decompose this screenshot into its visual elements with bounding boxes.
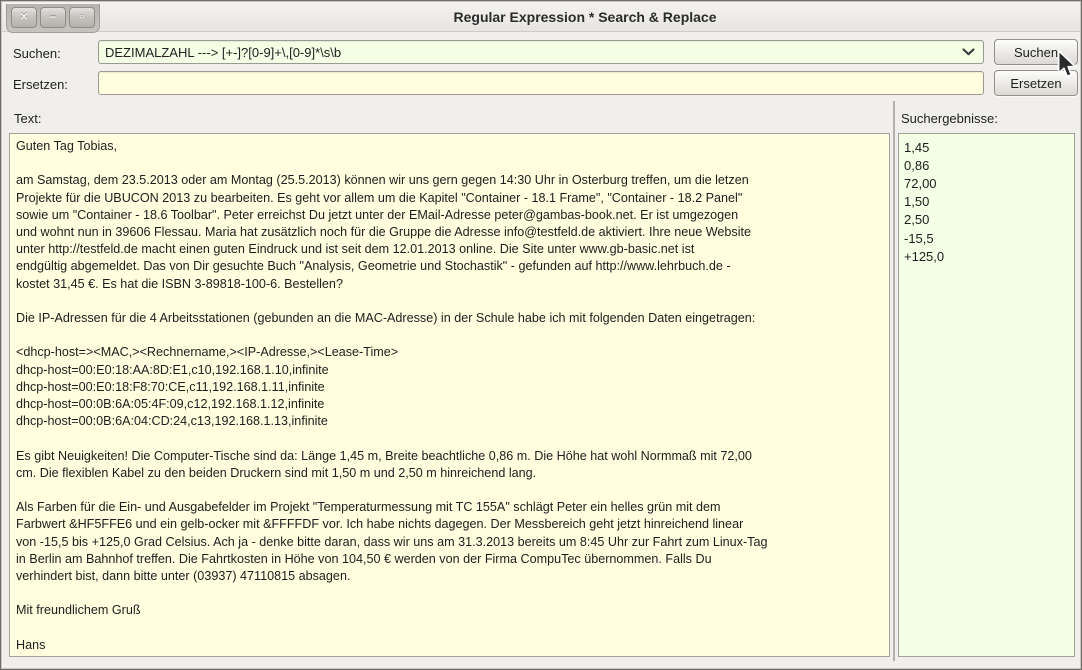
result-item[interactable]: 72,00 [899,174,1074,192]
results-panel-label: Suchergebnisse: [901,111,998,126]
window-controls: ✕ – ▫ [6,4,100,33]
result-item[interactable]: 2,50 [899,211,1074,229]
text-panel-label: Text: [14,111,41,126]
replace-label: Ersetzen: [13,77,68,92]
minimize-icon[interactable]: – [40,7,66,28]
result-item[interactable]: 1,50 [899,193,1074,211]
result-item[interactable]: 1,45 [899,138,1074,156]
letter-text-area[interactable]: Guten Tag Tobias, am Samstag, dem 23.5.2… [9,133,890,657]
search-input[interactable] [98,40,984,64]
result-item[interactable]: -15,5 [899,229,1074,247]
maximize-icon[interactable]: ▫ [69,7,95,28]
chevron-down-icon[interactable] [953,40,983,64]
search-button[interactable]: Suchen [994,39,1078,65]
titlebar[interactable]: ✕ – ▫ Regular Expression * Search & Repl… [2,2,1080,32]
replace-input[interactable] [98,71,984,95]
search-label: Suchen: [13,46,61,61]
replace-button[interactable]: Ersetzen [994,70,1078,96]
results-list[interactable]: 1,450,8672,001,502,50-15,5+125,0 [898,133,1075,657]
result-item[interactable]: 0,86 [899,156,1074,174]
pane-splitter[interactable] [893,101,895,661]
app-window: { "window": { "title": "Regular Expressi… [0,0,1082,670]
result-item[interactable]: +125,0 [899,247,1074,265]
window-title: Regular Expression * Search & Replace [90,9,1080,25]
close-icon[interactable]: ✕ [11,7,37,28]
